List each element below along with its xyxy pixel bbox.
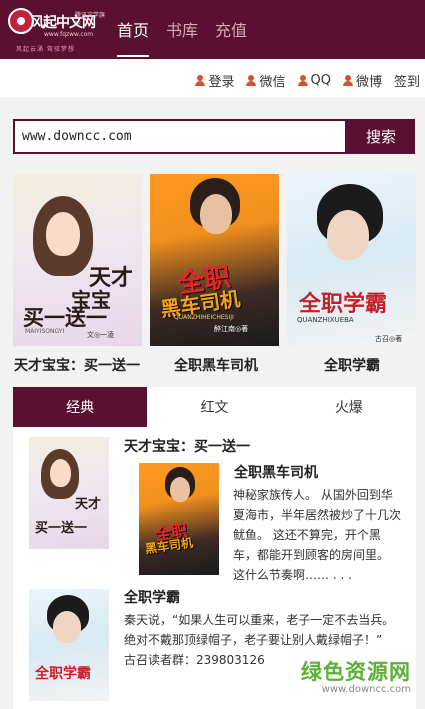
weibo-label: 微博	[355, 75, 382, 90]
book-title-2[interactable]: 全职黑车司机	[146, 355, 286, 375]
cover-title-line1: 全职学霸	[299, 292, 388, 317]
cover-pinyin: QUANZHIXUEBA	[297, 316, 354, 324]
list-item-title-3[interactable]: 全职学霸	[124, 587, 180, 607]
cover-title-line1: 天才	[75, 497, 102, 512]
search-button[interactable]: 搜索	[347, 119, 415, 154]
cover-figure-face	[170, 477, 190, 502]
site-logo[interactable]: 风起中文网 腾讯文学旗下 www.fqzww.com 风起云涌 驾驭梦想	[8, 6, 106, 53]
person-icon	[342, 75, 353, 86]
person-icon	[297, 75, 308, 86]
nav-home[interactable]: 首页	[117, 17, 150, 57]
cover-pinyin: MAIYISONGYI	[25, 328, 65, 335]
cover-pinyin: QUANZHIHEICHESIJI	[174, 314, 234, 321]
cover-author: 醉江南◎著	[214, 325, 249, 333]
weibo-login-link[interactable]: 微博	[342, 71, 382, 90]
list-cover-2[interactable]: 全职 黑车司机	[139, 463, 219, 575]
cover-figure-face	[327, 210, 369, 260]
book-cover-1[interactable]: 天才 宝宝 买一送一 MAIYISONGYI 文◎一凌	[13, 174, 142, 346]
cover-author: 文◎一凌	[87, 331, 115, 339]
person-icon	[246, 75, 257, 86]
tab-classic[interactable]: 经典	[13, 387, 148, 427]
nav-recharge[interactable]: 充值	[215, 17, 247, 57]
search-box	[13, 119, 347, 154]
cover-figure-face	[46, 212, 80, 256]
desc-line: 秦天说，“如果人生可以重来，老子一定不去当兵。	[124, 613, 395, 627]
book-cover-3[interactable]: 全职学霸 QUANZHIXUEBA 古召◎著	[287, 174, 416, 346]
desc-line: 鱿鱼。 这还不算完，开个黑	[233, 528, 381, 542]
cover-title-line2: 黑车司机	[144, 535, 194, 557]
desc-line: 夏海市，半年居然被炒了十几次	[233, 508, 402, 522]
wechat-login-link[interactable]: 微信	[246, 71, 286, 90]
cover-author: 古召◎著	[375, 335, 403, 343]
book-title-3[interactable]: 全职学霸	[282, 355, 422, 375]
book-cover-2[interactable]: 全职 黑车司机 QUANZHIHEICHESIJI 醉江南◎著	[150, 174, 279, 346]
cover-figure-face	[53, 611, 81, 643]
list-item-title-1[interactable]: 天才宝宝：买一送一	[124, 436, 250, 456]
nav-library[interactable]: 书库	[166, 17, 198, 57]
wechat-label: 微信	[259, 75, 286, 90]
logo-url: www.fqzww.com	[44, 31, 94, 38]
desc-line: 车，都能开到顾客的房间里。	[233, 548, 390, 562]
top-header: 风起中文网 腾讯文学旗下 www.fqzww.com 风起云涌 驾驭梦想 首页 …	[0, 0, 425, 59]
ranking-tabs: 经典 红文 火爆	[13, 387, 416, 427]
login-link[interactable]: 登录	[195, 71, 234, 90]
cover-title-line3: 买一送一	[35, 521, 88, 536]
desc-line: 神秘家族传人。 从国外回到华	[233, 488, 393, 502]
qq-label: QQ	[310, 73, 331, 88]
cover-title-line1: 全职学霸	[35, 666, 91, 682]
list-item-title-2[interactable]: 全职黑车司机	[234, 462, 318, 482]
cover-figure-face	[50, 459, 71, 487]
search-input[interactable]	[15, 121, 345, 152]
person-icon	[195, 75, 206, 86]
cover-figure-face	[200, 194, 232, 234]
list-cover-1[interactable]: 天才 买一送一	[29, 437, 109, 549]
tab-hot-new[interactable]: 红文	[147, 387, 282, 427]
list-item-desc-2: 神秘家族传人。 从国外回到华 夏海市，半年居然被炒了十几次 鱿鱼。 这还不算完，…	[233, 485, 416, 585]
book-title-1[interactable]: 天才宝宝：买一送一	[7, 355, 147, 375]
logo-tag: 腾讯文学旗下	[75, 12, 106, 28]
main-nav: 首页 书库 充值	[117, 17, 247, 57]
qq-login-link[interactable]: QQ	[297, 71, 331, 90]
desc-line: 绝对不戴那顶绿帽子，老子要让别人戴绿帽子！”	[124, 633, 383, 647]
signup-link[interactable]: 签到	[394, 71, 420, 90]
logo-slogan: 风起云涌 驾驭梦想	[16, 46, 75, 53]
watermark-text: 绿色资源网	[301, 660, 411, 684]
watermark: 绿色资源网 www.downcc.com	[301, 656, 411, 695]
desc-line: 这什么节奏啊…… . . .	[233, 568, 352, 582]
list-cover-3[interactable]: 全职学霸	[29, 589, 109, 701]
login-label: 登录	[208, 75, 235, 90]
login-bar: 登录 微信 QQ 微博 签到	[0, 59, 425, 97]
tab-popular[interactable]: 火爆	[281, 387, 416, 427]
